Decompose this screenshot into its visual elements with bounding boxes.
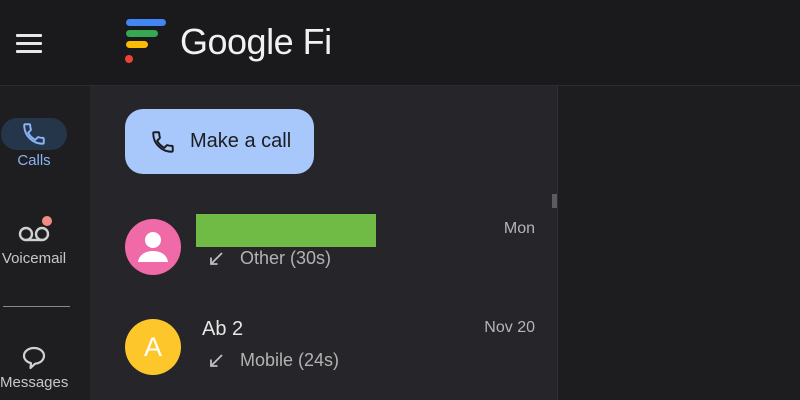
detail-pane [557, 86, 800, 400]
avatar-initial: A [143, 331, 162, 362]
call-list-item[interactable]: A Ab 2 Mobile (24s) Nov 20 [90, 304, 550, 390]
app-title: Google Fi [180, 21, 332, 62]
google-fi-logo [125, 19, 166, 63]
hamburger-menu-icon[interactable] [13, 29, 45, 57]
avatar [125, 219, 181, 275]
active-indicator [1, 118, 67, 150]
call-type-duration: Other (30s) [240, 248, 332, 268]
redacted-contact-name [196, 214, 376, 247]
nav-item-calls[interactable]: Calls [0, 118, 68, 169]
nav-item-voicemail[interactable]: Voicemail [0, 216, 68, 267]
person-icon [138, 232, 168, 262]
nav-label-voicemail: Voicemail [1, 250, 67, 267]
incoming-call-arrow-icon [210, 251, 223, 265]
top-app-bar: Google Fi [0, 0, 800, 86]
nav-divider [3, 306, 70, 307]
calls-list-panel: Make a call Other (30s) Mon A Ab 2 Mobil… [90, 86, 557, 400]
call-list-item[interactable]: Other (30s) Mon [90, 204, 550, 290]
phone-icon [23, 123, 45, 145]
call-time: Mon [503, 220, 535, 237]
make-call-label: Make a call [190, 130, 292, 152]
speech-bubble-icon [22, 346, 46, 370]
call-time: Nov 20 [484, 319, 535, 336]
nav-label-calls: Calls [17, 152, 51, 169]
call-details: Mobile (24s) [208, 350, 339, 371]
notification-badge [42, 216, 52, 226]
nav-label-messages: Messages [0, 374, 69, 391]
call-details: Other (30s) [208, 248, 331, 269]
phone-icon [152, 130, 174, 153]
incoming-call-arrow-icon [210, 353, 223, 367]
make-call-button[interactable]: Make a call [125, 109, 314, 174]
nav-item-messages[interactable]: Messages [0, 344, 68, 391]
navigation-rail: Calls Voicemail Messages [0, 86, 90, 400]
avatar: A [125, 319, 181, 375]
call-type-duration: Mobile (24s) [240, 350, 340, 370]
contact-name: Ab 2 [202, 318, 244, 340]
